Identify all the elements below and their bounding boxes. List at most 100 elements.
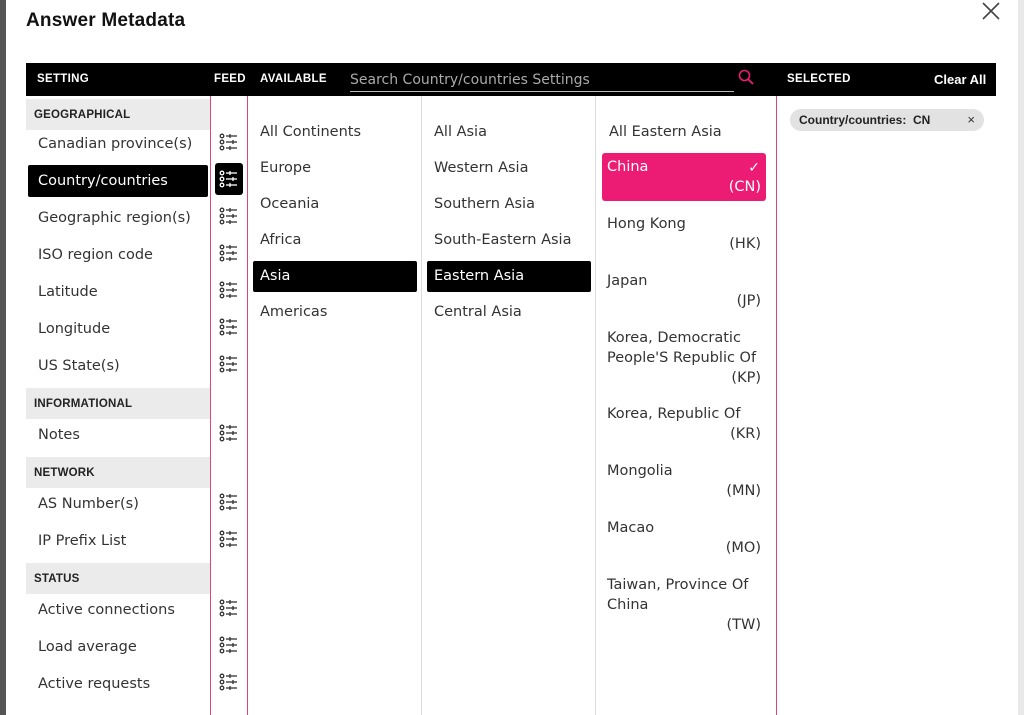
region-item-eastern-asia[interactable]: Eastern Asia [427,261,591,292]
selected-chip: Country/countries: CN × [790,109,984,131]
header-selected: SELECTED [787,73,851,85]
chip-value: CN [913,113,931,127]
country-name: Hong Kong [607,216,686,232]
check-icon: ✓ [748,160,760,176]
continent-item-africa[interactable]: Africa [253,225,417,256]
country-name: China [607,159,649,175]
setting-item-country-countries[interactable]: Country/countries [28,165,208,197]
feed-toggle[interactable] [215,200,243,232]
setting-item-active-connections[interactable]: Active connections [28,594,208,626]
group-informational: INFORMATIONAL [26,388,210,419]
setting-item-as-numbers[interactable]: AS Number(s) [28,488,208,520]
feed-settings-icon [219,355,237,373]
country-item-macao[interactable]: Macao (MO) [602,514,766,562]
feed-settings-icon [219,530,237,548]
feed-settings-icon [219,599,237,617]
feed-settings-icon [219,318,237,336]
continent-column: All Continents Europe Oceania Africa Asi… [248,96,422,715]
feed-settings-icon [219,207,237,225]
country-item-china[interactable]: China ✓ (CN) [602,153,766,201]
region-item-all-asia[interactable]: All Asia [427,117,591,148]
close-button[interactable] [980,0,1002,22]
region-item-southern-asia[interactable]: Southern Asia [427,189,591,220]
answer-metadata-dialog: Answer Metadata SETTING FEED AVAILABLE S… [6,0,1018,715]
feed-settings-icon [219,133,237,151]
setting-column: GEOGRAPHICAL Canadian province(s) Countr… [26,96,210,715]
continent-item-oceania[interactable]: Oceania [253,189,417,220]
region-column: All Asia Western Asia Southern Asia Sout… [422,96,596,715]
setting-item-latitude[interactable]: Latitude [28,276,208,308]
search-field [350,68,734,92]
feed-settings-icon [219,170,237,188]
feed-settings-icon [219,673,237,691]
close-icon [982,2,1000,20]
chip-remove-icon[interactable]: × [967,109,975,131]
feed-toggle[interactable] [215,348,243,380]
metadata-body: GEOGRAPHICAL Canadian province(s) Countr… [26,96,996,715]
backdrop-right [1018,0,1024,715]
feed-toggle[interactable] [215,126,243,158]
clear-all-button[interactable]: Clear All [934,63,986,96]
setting-item-iso-region-code[interactable]: ISO region code [28,239,208,271]
country-code: (MN) [726,483,761,499]
country-code: (KR) [730,426,761,442]
feed-toggle[interactable] [215,523,243,555]
feed-toggle[interactable] [215,274,243,306]
country-code: (MO) [725,540,761,556]
feed-toggle[interactable] [215,629,243,661]
feed-column [210,96,248,715]
feed-toggle[interactable] [215,237,243,269]
header-feed: FEED [214,73,246,85]
region-item-western-asia[interactable]: Western Asia [427,153,591,184]
country-name: Mongolia [607,463,673,479]
setting-item-canadian-provinces[interactable]: Canadian province(s) [28,128,208,160]
feed-toggle[interactable] [215,417,243,449]
feed-settings-icon [219,424,237,442]
setting-item-ip-prefix-list[interactable]: IP Prefix List [28,525,208,557]
setting-item-geographic-regions[interactable]: Geographic region(s) [28,202,208,234]
country-item-all-eastern-asia[interactable]: All Eastern Asia [602,117,766,148]
country-item-hong-kong[interactable]: Hong Kong (HK) [602,210,766,258]
setting-item-longitude[interactable]: Longitude [28,313,208,345]
continent-item-asia[interactable]: Asia [253,261,417,292]
group-status: STATUS [26,563,210,594]
continent-item-all[interactable]: All Continents [253,117,417,148]
dialog-title: Answer Metadata [26,10,186,31]
selected-column: Country/countries: CN × [777,96,996,715]
country-item-korea-republic[interactable]: Korea, Republic Of (KR) [602,400,766,448]
country-name: Korea, Republic Of [607,406,741,422]
country-code: (CN) [728,179,761,195]
header-setting: SETTING [37,73,89,85]
country-item-korea-dpr[interactable]: Korea, Democratic People'S Republic Of (… [602,324,766,392]
chip-label: Country/countries: [799,113,907,127]
country-item-mongolia[interactable]: Mongolia (MN) [602,457,766,505]
feed-toggle[interactable] [215,311,243,343]
feed-settings-icon [219,244,237,262]
continent-item-europe[interactable]: Europe [253,153,417,184]
setting-item-active-requests[interactable]: Active requests [28,668,208,700]
column-header-bar: SETTING FEED AVAILABLE SELECTED Clear Al… [26,63,996,96]
continent-item-americas[interactable]: Americas [253,297,417,328]
region-item-south-eastern-asia[interactable]: South-Eastern Asia [427,225,591,256]
country-code: (TW) [726,617,761,633]
country-code: (JP) [736,293,761,309]
feed-toggle[interactable] [215,592,243,624]
feed-toggle[interactable] [215,666,243,698]
search-icon[interactable] [738,69,754,85]
region-item-central-asia[interactable]: Central Asia [427,297,591,328]
setting-item-notes[interactable]: Notes [28,419,208,451]
header-available: AVAILABLE [260,73,327,85]
country-name: Macao [607,520,655,536]
country-item-japan[interactable]: Japan (JP) [602,267,766,315]
group-geographical: GEOGRAPHICAL [26,99,210,130]
search-input[interactable] [350,68,734,91]
country-item-taiwan[interactable]: Taiwan, Province Of China (TW) [602,571,766,639]
country-code: (HK) [729,236,761,252]
setting-item-us-states[interactable]: US State(s) [28,350,208,382]
feed-settings-icon [219,281,237,299]
country-name: Japan [607,273,648,289]
feed-toggle[interactable] [215,486,243,518]
setting-item-load-average[interactable]: Load average [28,631,208,663]
country-name: Taiwan, Province Of China [607,577,749,613]
feed-toggle-active[interactable] [215,163,243,195]
